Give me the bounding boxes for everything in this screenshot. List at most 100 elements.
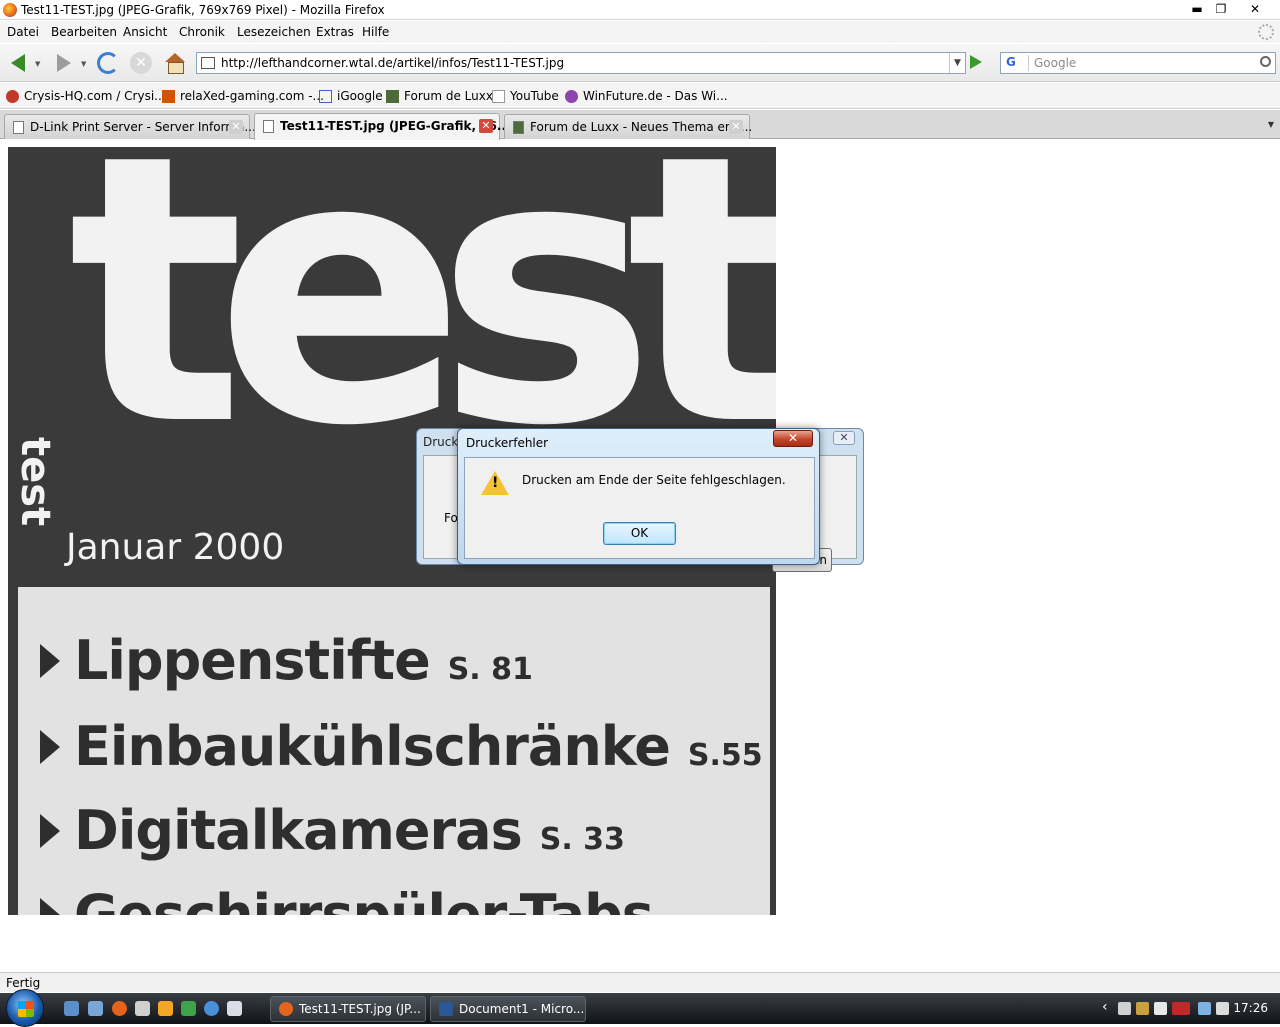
search-bar[interactable]: G Google: [1000, 52, 1276, 74]
site-identity-icon[interactable]: [201, 57, 215, 69]
url-bar[interactable]: http://lefthandcorner.wtal.de/artikel/in…: [196, 52, 966, 74]
menu-lesezeichen[interactable]: Lesezeichen: [237, 25, 311, 39]
maximize-button[interactable]: ❐: [1208, 0, 1234, 18]
volume-icon[interactable]: [1216, 1002, 1229, 1015]
show-desktop-icon[interactable]: [64, 1001, 79, 1016]
triangle-bullet-icon: [40, 729, 60, 764]
firefox-icon: [3, 3, 17, 17]
home-icon: [164, 53, 186, 74]
search-icon[interactable]: [1260, 56, 1271, 67]
mail-icon[interactable]: [227, 1001, 242, 1016]
tab-list-dropdown[interactable]: ▼: [1268, 120, 1274, 129]
start-button[interactable]: [6, 989, 44, 1027]
url-text[interactable]: http://lefthandcorner.wtal.de/artikel/in…: [221, 56, 564, 70]
warning-mark: !: [492, 475, 499, 491]
tab-label: D-Link Print Server - Server Informa...: [30, 120, 256, 134]
connection-tray-icon[interactable]: [1198, 1002, 1211, 1015]
window-title-bar: Test11-TEST.jpg (JPEG-Grafik, 769x769 Pi…: [0, 0, 1280, 20]
topic-item: Einbaukühlschränke S.55: [40, 715, 763, 778]
tab-test11-jpg[interactable]: Test11-TEST.jpg (JPEG-Grafik, 76... ✕: [254, 113, 511, 140]
windows-taskbar: Test11-TEST.jpg (JP... Document1 - Micro…: [0, 989, 1280, 1027]
forward-history-dropdown[interactable]: ▼: [81, 60, 86, 68]
taskbar-word-window[interactable]: Document1 - Micro...: [430, 996, 586, 1022]
network-quicklaunch-icon[interactable]: [204, 1001, 219, 1016]
forward-button[interactable]: [52, 50, 76, 76]
printer-tray-icon[interactable]: [1118, 1002, 1131, 1015]
taskbar-firefox-window[interactable]: Test11-TEST.jpg (JP...: [270, 996, 426, 1022]
bookmark-label: WinFuture.de - Das Wi...: [583, 89, 728, 103]
switch-windows-icon[interactable]: [88, 1001, 103, 1016]
bookmark-label: YouTube: [510, 89, 559, 103]
topic-title: Geschirrspüler-Tabs: [74, 883, 654, 915]
tray-expand-button[interactable]: ‹: [1102, 999, 1108, 1015]
topic-page: S. 81: [447, 652, 533, 687]
menu-chronik[interactable]: Chronik: [179, 25, 225, 39]
status-text: Fertig: [6, 976, 41, 990]
menu-hilfe[interactable]: Hilfe: [362, 25, 389, 39]
network-tray-icon[interactable]: [1136, 1002, 1149, 1015]
topics-panel: Lippenstifte S. 81 Einbaukühlschränke S.…: [18, 587, 770, 915]
topic-item: Lippenstifte S. 81: [40, 629, 533, 692]
bookmark-label: Crysis-HQ.com / Crysi...: [24, 89, 166, 103]
taskbar-clock[interactable]: 17:26: [1233, 1001, 1268, 1015]
bookmark-label: Forum de Luxx: [404, 89, 493, 103]
minimize-button[interactable]: ▬: [1184, 0, 1210, 18]
reload-button[interactable]: [96, 50, 120, 76]
tab-close-button[interactable]: ✕: [479, 119, 493, 133]
magazine-date: Januar 2000: [66, 527, 285, 568]
bookmark-forum-de-luxx[interactable]: Forum de Luxx: [386, 89, 493, 103]
ok-button[interactable]: OK: [603, 522, 676, 545]
bookmark-relaxed-gaming[interactable]: relaXed-gaming.com -...: [162, 89, 324, 103]
reload-icon: [97, 52, 119, 74]
windows-logo-icon: [18, 1001, 34, 1017]
back-button[interactable]: [6, 50, 30, 76]
back-history-dropdown[interactable]: ▼: [35, 60, 40, 68]
app-quicklaunch-icon[interactable]: [135, 1001, 150, 1016]
activity-throbber-icon: [1258, 24, 1274, 40]
dialog-close-button[interactable]: ✕: [773, 430, 813, 447]
triangle-bullet-icon: [40, 897, 60, 915]
tab-label: Forum de Luxx - Neues Thema erst...: [530, 120, 753, 134]
tab-close-button[interactable]: ✕: [229, 120, 243, 134]
firefox-quicklaunch-icon[interactable]: [112, 1001, 127, 1016]
back-arrow-icon: [11, 54, 25, 72]
home-button[interactable]: [163, 50, 187, 76]
page-icon: [13, 121, 24, 134]
search-engine-selector[interactable]: G: [1003, 55, 1029, 71]
menu-ansicht[interactable]: Ansicht: [123, 25, 167, 39]
printer-error-dialog: Druckerfehler ✕ ! Drucken am Ende der Se…: [457, 428, 820, 565]
url-history-dropdown[interactable]: ▼: [949, 53, 965, 73]
stop-icon: ✕: [130, 52, 152, 74]
display-tray-icon[interactable]: [1154, 1002, 1167, 1015]
menu-bearbeiten[interactable]: Bearbeiten: [51, 25, 117, 39]
luxx-icon: [513, 121, 524, 134]
taskbar-button-label: Test11-TEST.jpg (JP...: [299, 1002, 421, 1016]
bookmark-label: iGoogle: [337, 89, 383, 103]
topic-page: S.55: [687, 738, 763, 773]
bookmark-crysis[interactable]: Crysis-HQ.com / Crysi...: [6, 89, 166, 103]
stop-button[interactable]: ✕: [129, 50, 153, 76]
messenger-icon[interactable]: [181, 1001, 196, 1016]
menu-datei[interactable]: Datei: [7, 25, 39, 39]
crysis-icon: [6, 89, 19, 103]
print-dialog-close-button[interactable]: ✕: [833, 431, 855, 445]
menu-extras[interactable]: Extras: [316, 25, 354, 39]
media-player-icon[interactable]: [158, 1001, 173, 1016]
menu-bar: Datei Bearbeiten Ansicht Chronik Lesezei…: [0, 21, 1280, 43]
system-tray: ‹ 17:26: [1100, 993, 1280, 1024]
tab-forum-de-luxx[interactable]: Forum de Luxx - Neues Thema erst... ✕: [504, 114, 753, 139]
bookmark-winfuture[interactable]: WinFuture.de - Das Wi...: [565, 89, 728, 103]
search-input[interactable]: Google: [1034, 56, 1076, 70]
taskbar-button-label: Document1 - Micro...: [459, 1002, 585, 1016]
tab-dlink-print-server[interactable]: D-Link Print Server - Server Informa... …: [4, 114, 256, 139]
close-window-button[interactable]: ✕: [1242, 0, 1268, 18]
bookmark-igoogle[interactable]: iGoogle: [319, 89, 383, 103]
forward-arrow-icon: [57, 54, 71, 72]
bookmark-label: relaXed-gaming.com -...: [180, 89, 324, 103]
bookmark-youtube[interactable]: YouTube: [492, 89, 559, 103]
status-bar: Fertig: [0, 972, 1280, 992]
ati-tray-icon[interactable]: [1172, 1002, 1190, 1015]
tab-close-button[interactable]: ✕: [729, 120, 743, 134]
go-button[interactable]: [970, 55, 982, 69]
window-title: Test11-TEST.jpg (JPEG-Grafik, 769x769 Pi…: [21, 3, 385, 17]
